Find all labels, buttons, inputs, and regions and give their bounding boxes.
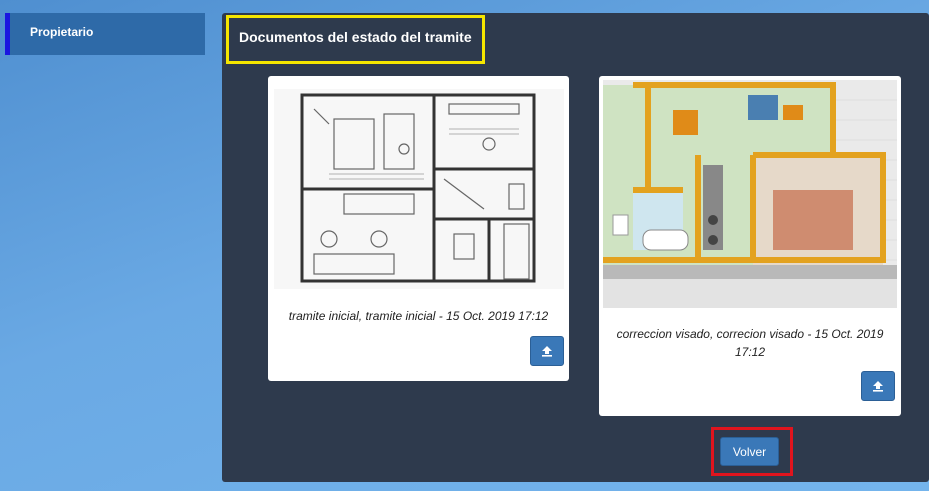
sidebar-item-label: Propietario [30,25,94,39]
floor-plan-thumbnail[interactable] [603,80,897,308]
back-button-highlight: Volver [711,427,793,476]
upload-icon [542,346,552,357]
document-caption: tramite inicial, tramite inicial - 15 Oc… [288,309,549,323]
floor-plan-color-image [603,80,897,308]
back-button[interactable]: Volver [720,437,779,466]
floor-plan-bw-image [274,89,564,289]
document-card: correccion visado, correcion visado - 15… [599,76,901,416]
upload-icon [873,381,883,392]
page-title: Documentos del estado del tramite [226,15,485,64]
document-card: tramite inicial, tramite inicial - 15 Oc… [268,76,569,381]
upload-button[interactable] [530,336,564,366]
document-caption: correccion visado, correcion visado - 15… [616,327,884,359]
floor-plan-thumbnail[interactable] [274,89,564,289]
sidebar-item-propietario[interactable]: Propietario [5,13,205,55]
upload-button[interactable] [861,371,895,401]
documents-panel: Documentos del estado del tramite tramit… [222,13,929,482]
